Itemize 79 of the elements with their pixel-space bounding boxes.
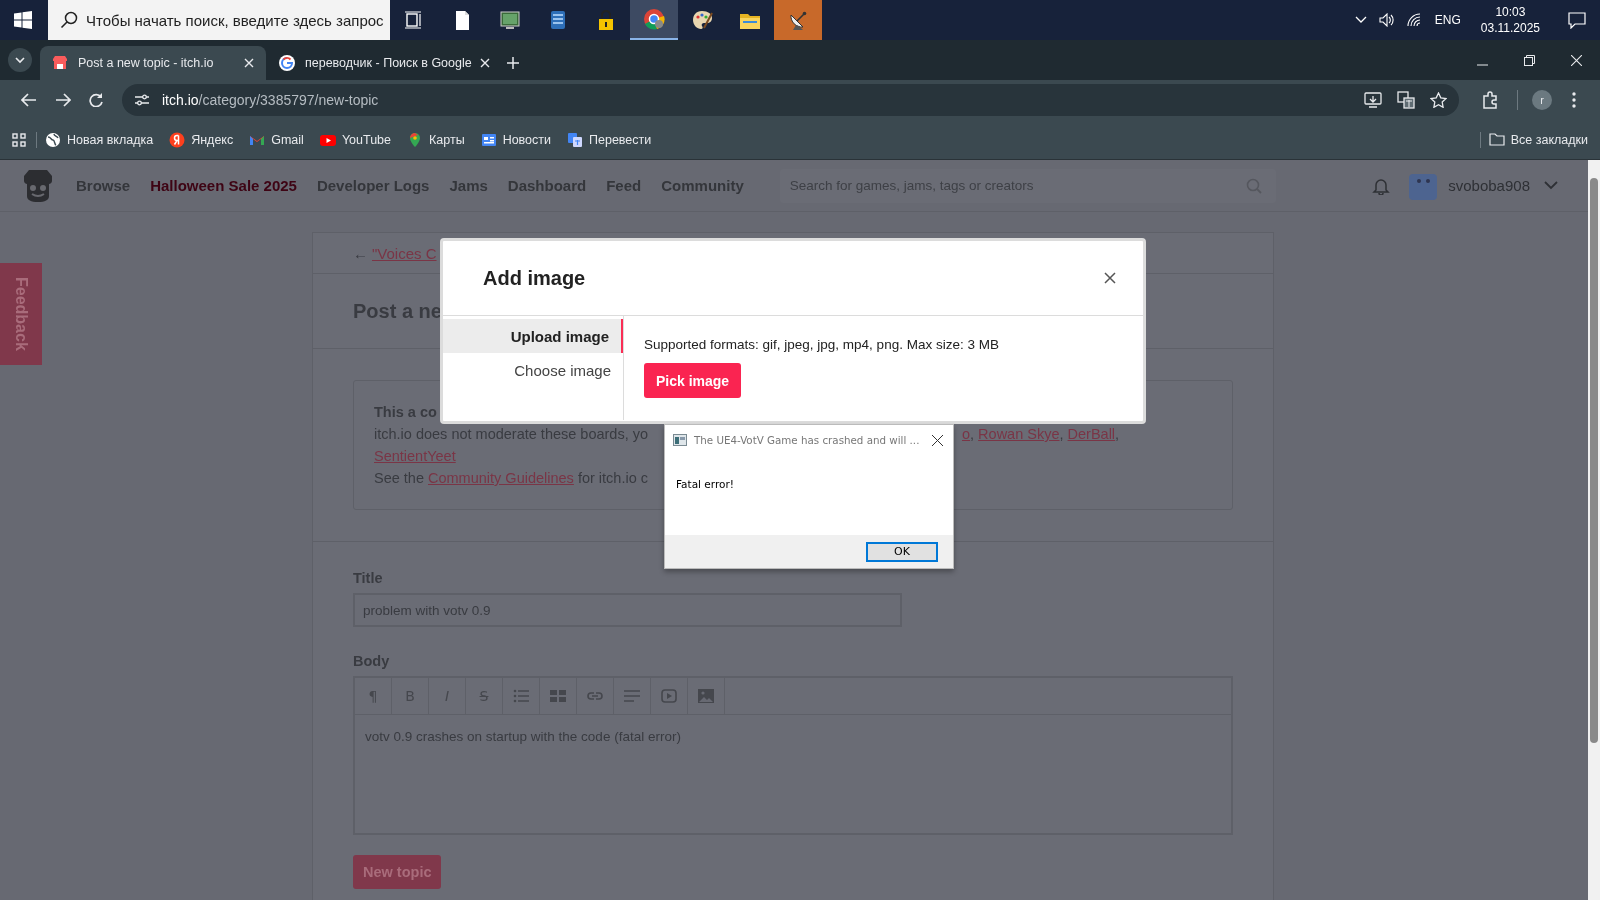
- nav-link[interactable]: Browse: [76, 177, 131, 194]
- map-pin-icon: [407, 131, 423, 148]
- browser-icon: [643, 8, 665, 30]
- language-indicator[interactable]: ENG: [1434, 13, 1461, 27]
- close-icon[interactable]: [932, 434, 943, 446]
- browser-tab[interactable]: Post a new topic - itch.io: [40, 46, 266, 80]
- address-bar[interactable]: itch.io/category/3385797/new-topic: [122, 84, 1459, 116]
- speaker-icon[interactable]: [1378, 13, 1395, 27]
- clock-time[interactable]: 10:03: [1495, 4, 1526, 20]
- separator-text: ,: [1115, 425, 1120, 444]
- browser-tab[interactable]: переводчик - Поиск в Google: [267, 46, 493, 80]
- nav-link[interactable]: Community: [661, 177, 744, 194]
- tab-title: переводчик - Поиск в Google: [305, 56, 472, 70]
- pick-image-button[interactable]: Pick image: [644, 363, 742, 398]
- username[interactable]: svoboba908: [1448, 177, 1530, 194]
- reload-icon[interactable]: [89, 93, 103, 107]
- shop-icon: [52, 55, 68, 71]
- chevron-up-icon[interactable]: [1354, 16, 1367, 24]
- apps-grid-icon[interactable]: [12, 132, 26, 147]
- nav-link[interactable]: Feed: [606, 177, 642, 194]
- install-app-icon[interactable]: [1364, 92, 1382, 108]
- wifi-icon[interactable]: [1406, 13, 1423, 27]
- bookmark-star-icon[interactable]: [1430, 92, 1447, 108]
- news-icon: [480, 131, 497, 148]
- translate-icon[interactable]: [1397, 91, 1415, 109]
- separator-text: ,: [1059, 425, 1064, 444]
- folder-icon: [1488, 133, 1505, 146]
- nav-link[interactable]: Jams: [449, 177, 488, 194]
- separator-text: ,: [970, 425, 975, 444]
- chevron-down-icon[interactable]: [1544, 181, 1558, 190]
- clock-date[interactable]: 03.11.2025: [1480, 20, 1540, 36]
- dialog-tab[interactable]: Upload image: [443, 319, 623, 353]
- menu-icon[interactable]: [1572, 92, 1576, 108]
- url-text: itch.io/category/3385797/new-topic: [162, 92, 379, 108]
- extensions-icon[interactable]: [1481, 91, 1499, 109]
- monitor-icon: [499, 9, 521, 31]
- dialog-tab[interactable]: Choose image: [443, 353, 623, 387]
- satellite-dish-icon: [787, 9, 809, 31]
- bookmark-item[interactable]: Новая вкладка: [45, 131, 154, 148]
- dialog-title: Add image: [483, 266, 586, 290]
- globe-icon: [45, 131, 61, 148]
- scrollbar-thumb[interactable]: [1590, 178, 1598, 743]
- palette-icon: [691, 9, 713, 31]
- bookmark-item[interactable]: Gmail: [249, 131, 304, 148]
- moderator-link[interactable]: Rowan Skye: [978, 423, 1060, 445]
- error-message: Fatal error!: [675, 477, 735, 492]
- all-bookmarks-button[interactable]: Все закладки: [1488, 132, 1588, 147]
- windows-start-icon[interactable]: [14, 11, 32, 29]
- forward-arrow-icon[interactable]: [55, 93, 71, 107]
- app-window-icon: [673, 434, 687, 446]
- search-field[interactable]: Чтобы начать поиск, введите здесь запрос: [48, 0, 390, 40]
- back-arrow[interactable]: ←: [353, 244, 368, 262]
- notification-icon[interactable]: [1568, 11, 1586, 29]
- profile-avatar[interactable]: r: [1532, 90, 1552, 110]
- site-settings-icon[interactable]: [134, 93, 150, 107]
- back-arrow-icon[interactable]: [21, 93, 37, 107]
- moderator-link[interactable]: DerBall: [1067, 423, 1116, 445]
- bookmark-item[interactable]: Новости: [480, 131, 551, 148]
- bell-icon[interactable]: [1372, 176, 1391, 195]
- new-tab-icon[interactable]: [507, 57, 519, 69]
- nav-link[interactable]: Dashboard: [507, 177, 587, 194]
- bookmark-item[interactable]: Перевести: [567, 131, 652, 148]
- bookmark-item[interactable]: YouTube: [319, 131, 391, 148]
- dialog-title: The UE4-VotV Game has crashed and will ...: [694, 434, 921, 446]
- close-icon[interactable]: [1104, 272, 1116, 284]
- paragraph-button[interactable]: ¶: [355, 678, 392, 714]
- nav-link[interactable]: Halloween Sale 2025: [150, 177, 297, 194]
- tab-list-button-icon[interactable]: [8, 48, 32, 72]
- bookmark-item[interactable]: Яндекс: [169, 131, 234, 148]
- scrollbar[interactable]: [1588, 160, 1600, 900]
- bookmark-item[interactable]: Карты: [407, 131, 465, 148]
- translate-icon: [567, 131, 583, 148]
- restore-icon[interactable]: [1524, 55, 1535, 66]
- search-icon: [1245, 177, 1262, 194]
- moderator-link[interactable]: SentientYeet: [374, 445, 456, 467]
- back-link[interactable]: "Voices C: [372, 244, 437, 262]
- formats-text: Supported formats: gif, jpeg, jpg, mp4, png. Max size: 3 MB: [644, 337, 999, 352]
- ok-button[interactable]: OK: [866, 541, 938, 562]
- tab-title: Post a new topic - itch.io: [78, 56, 215, 70]
